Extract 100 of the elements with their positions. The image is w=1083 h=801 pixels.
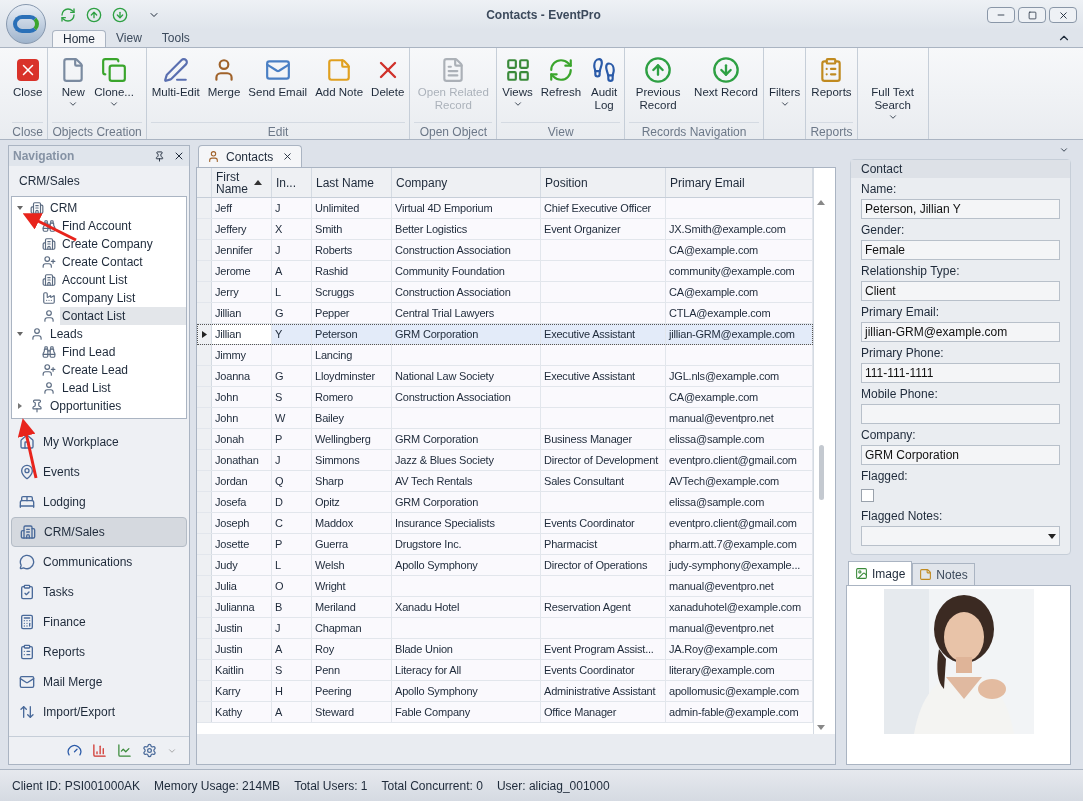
ribbon-button[interactable]: Send Email — [245, 54, 311, 122]
ribbon-tab[interactable]: View — [106, 30, 152, 47]
nav-item[interactable]: CRM/Sales — [11, 517, 187, 547]
ribbon-tab[interactable]: Home — [52, 30, 106, 47]
settings-icon[interactable] — [142, 743, 157, 758]
close-button[interactable] — [1049, 7, 1077, 23]
nav-item[interactable]: My Workplace — [11, 427, 187, 457]
checkbox[interactable] — [861, 489, 874, 502]
ribbon-button[interactable]: Full Text Search — [859, 54, 926, 122]
table-row[interactable]: John S Romero Construction Association CA@example.com — [197, 387, 813, 408]
table-row[interactable]: Jonathan J Simmons Jazz & Blues Society Director of Development eventpro.client@gmail.com — [197, 450, 813, 471]
nav-item[interactable]: Events — [11, 457, 187, 487]
document-tab[interactable]: Contacts — [198, 145, 302, 167]
table-row[interactable]: Josette P Guerra Drugstore Inc. Pharmacist pharm.att.7@example.com — [197, 534, 813, 555]
tree-item[interactable]: Leads — [48, 325, 186, 343]
table-row[interactable]: Kaitlin S Penn Literacy for All Events Coordinator literary@example.com — [197, 660, 813, 681]
maximize-button[interactable] — [1018, 7, 1046, 23]
ribbon-button[interactable]: Audit Log — [586, 54, 623, 122]
table-row[interactable]: Jillian G Pepper Central Trial Lawyers CTLA@example.com — [197, 303, 813, 324]
table-row[interactable]: Jeff J Unlimited Virtual 4D Emporium Chief Executive Officer — [197, 198, 813, 219]
table-row[interactable]: Joseph C Maddox Insurance Specialists Events Coordinator eventpro.client@gmail.com — [197, 513, 813, 534]
nav-item[interactable]: Tasks — [11, 577, 187, 607]
ribbon-button[interactable]: Close — [10, 54, 46, 122]
nav-item[interactable]: Import/Export — [11, 697, 187, 727]
table-row[interactable]: Jillian Y Peterson GRM Corporation Executive Assistant jillian-GRM@example.com — [197, 324, 813, 345]
table-row[interactable]: Karry H Peering Apollo Symphony Administrative Assistant apollomusic@example.com — [197, 681, 813, 702]
caret-icon[interactable] — [1059, 145, 1069, 155]
expander-icon[interactable] — [16, 330, 24, 338]
column-header[interactable]: In... — [272, 168, 312, 197]
minimize-button[interactable] — [987, 7, 1015, 23]
table-row[interactable]: Josefa D Opitz GRM Corporation elissa@sample.com — [197, 492, 813, 513]
ribbon-button[interactable]: Delete — [368, 54, 408, 122]
column-header[interactable]: Position — [541, 168, 666, 197]
table-row[interactable]: Jerry L Scruggs Construction Association CA@example.com — [197, 282, 813, 303]
tree-item[interactable]: Find Lead — [60, 343, 186, 361]
table-row[interactable]: Jordan Q Sharp AV Tech Rentals Sales Consultant AVTech@example.com — [197, 471, 813, 492]
text-field[interactable]: jillian-GRM@example.com — [861, 322, 1060, 342]
tab[interactable]: Image — [848, 561, 913, 585]
expander-icon[interactable] — [16, 204, 24, 212]
column-header[interactable]: First Name — [212, 168, 272, 197]
text-field[interactable]: 111-111-1111 — [861, 363, 1060, 383]
table-row[interactable]: Justin A Roy Blade Union Event Program Assist... JA.Roy@example.com — [197, 639, 813, 660]
tree-item[interactable]: Contact List — [60, 307, 186, 325]
nav-item[interactable]: Lodging — [11, 487, 187, 517]
text-field[interactable] — [861, 404, 1060, 424]
expander-icon[interactable] — [16, 402, 24, 410]
tree-item[interactable]: Create Company — [60, 235, 186, 253]
text-field[interactable]: Peterson, Jillian Y — [861, 199, 1060, 219]
gauge-icon[interactable] — [67, 743, 82, 758]
ribbon-button[interactable]: Reports — [808, 54, 855, 122]
ribbon-button[interactable]: Next Record — [691, 54, 761, 122]
scroll-down-icon[interactable] — [817, 725, 825, 730]
tree-item[interactable]: Create Contact — [60, 253, 186, 271]
table-row[interactable]: Jennifer J Roberts Construction Association CA@example.com — [197, 240, 813, 261]
tree-item[interactable]: Create Lead — [60, 361, 186, 379]
table-row[interactable]: Julia O Wright manual@eventpro.net — [197, 576, 813, 597]
close-icon[interactable] — [282, 151, 293, 162]
nav-item[interactable]: Finance — [11, 607, 187, 637]
pin-icon[interactable] — [154, 150, 165, 162]
ribbon-button[interactable]: Refresh — [537, 54, 585, 122]
table-row[interactable]: Kathy A Steward Fable Company Office Manager admin-fable@example.com — [197, 702, 813, 723]
scroll-up-icon[interactable] — [817, 200, 825, 205]
ribbon-button[interactable]: New — [57, 54, 90, 122]
table-row[interactable]: Joanna G Lloydminster National Law Society Executive Assistant JGL.nls@example.com — [197, 366, 813, 387]
line-chart-icon[interactable] — [117, 743, 132, 758]
tab[interactable]: Notes — [912, 563, 975, 585]
table-row[interactable]: Jerome A Rashid Community Foundation community@example.com — [197, 261, 813, 282]
scroll-thumb[interactable] — [818, 445, 824, 500]
column-header[interactable]: Company — [392, 168, 541, 197]
ribbon-button[interactable]: Filters — [766, 54, 804, 122]
nav-item[interactable]: Communications — [11, 547, 187, 577]
ribbon-button[interactable]: Clone... — [91, 54, 137, 122]
tree-item[interactable]: Company List — [60, 289, 186, 307]
tree-item[interactable]: Account List — [60, 271, 186, 289]
table-row[interactable]: Justin J Chapman manual@eventpro.net — [197, 618, 813, 639]
app-logo-icon[interactable] — [6, 4, 46, 44]
nav-item[interactable]: Mail Merge — [11, 667, 187, 697]
dropdown-field[interactable] — [861, 526, 1060, 546]
table-row[interactable]: Judy L Welsh Apollo Symphony Director of Operations judy-symphony@example... — [197, 555, 813, 576]
ribbon-button[interactable]: Previous Record — [627, 54, 690, 122]
text-field[interactable]: Female — [861, 240, 1060, 260]
tree-item[interactable]: Opportunities — [48, 397, 186, 415]
table-row[interactable]: Julianna B Meriland Xanadu Hotel Reservation Agent xanaduhotel@example.com — [197, 597, 813, 618]
close-icon[interactable] — [173, 150, 185, 162]
bar-chart-icon[interactable] — [92, 743, 107, 758]
text-field[interactable]: Client — [861, 281, 1060, 301]
column-header[interactable]: Last Name — [312, 168, 392, 197]
tree-item[interactable]: Lead List — [60, 379, 186, 397]
tree-item[interactable]: Find Account — [60, 217, 186, 235]
table-row[interactable]: Jeffery X Smith Better Logistics Event Organizer JX.Smith@example.com — [197, 219, 813, 240]
tree-item[interactable]: CRM — [48, 199, 186, 217]
refresh-icon[interactable] — [60, 7, 76, 23]
table-row[interactable]: John W Bailey manual@eventpro.net — [197, 408, 813, 429]
ribbon-button[interactable]: Multi-Edit — [148, 54, 203, 122]
ribbon-button[interactable]: Add Note — [312, 54, 367, 122]
nav-item[interactable]: Reports — [11, 637, 187, 667]
ribbon-button[interactable]: Merge — [204, 54, 244, 122]
table-row[interactable]: Jonah P Wellingberg GRM Corporation Business Manager elissa@sample.com — [197, 429, 813, 450]
table-row[interactable]: Jimmy Lancing — [197, 345, 813, 366]
ribbon-tab[interactable]: Tools — [151, 30, 200, 47]
